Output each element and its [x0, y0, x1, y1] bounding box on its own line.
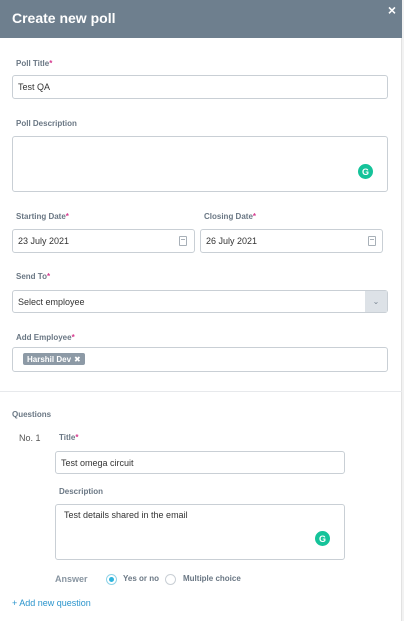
starting-date-input[interactable]: 23 July 2021: [12, 229, 195, 253]
remove-chip-icon[interactable]: ✖: [74, 355, 81, 364]
closing-date-input[interactable]: 26 July 2021: [200, 229, 383, 253]
grammarly-icon[interactable]: G: [315, 531, 330, 546]
poll-description-label: Poll Description: [16, 119, 77, 128]
poll-description-input[interactable]: [12, 136, 388, 192]
create-poll-modal: Create new poll × Poll Title* Test QA Po…: [0, 0, 402, 621]
add-new-question-link[interactable]: + Add new question: [12, 598, 91, 608]
answer-label: Answer: [55, 574, 88, 584]
yes-or-no-radio[interactable]: [106, 574, 117, 585]
employee-chip: Harshil Dev ✖: [23, 353, 85, 365]
yes-or-no-label: Yes or no: [123, 574, 160, 583]
multiple-choice-radio[interactable]: [165, 574, 176, 585]
modal-header: Create new poll ×: [0, 0, 402, 38]
send-to-label: Send To*: [16, 272, 51, 281]
modal-title: Create new poll: [12, 10, 116, 26]
questions-heading: Questions: [12, 410, 52, 419]
question-title-label: Title*: [59, 433, 79, 442]
poll-title-input[interactable]: Test QA: [12, 75, 388, 99]
poll-title-label: Poll Title*: [16, 59, 53, 68]
chevron-down-icon[interactable]: ⌄: [365, 291, 387, 312]
question-title-input[interactable]: Test omega circuit: [55, 451, 345, 474]
grammarly-icon[interactable]: G: [358, 164, 373, 179]
closing-date-label: Closing Date*: [204, 212, 257, 221]
calendar-icon[interactable]: [179, 236, 187, 246]
send-to-select[interactable]: Select employee ⌄: [12, 290, 388, 313]
question-description-label: Description: [59, 487, 104, 496]
add-employee-label: Add Employee*: [16, 333, 75, 342]
close-icon[interactable]: ×: [388, 3, 396, 17]
question-description-input[interactable]: Test details shared in the email: [55, 504, 345, 560]
section-divider: [0, 391, 402, 392]
calendar-icon[interactable]: [368, 236, 376, 246]
question-number: No. 1: [19, 433, 41, 443]
multiple-choice-label: Multiple choice: [183, 574, 241, 583]
starting-date-label: Starting Date*: [16, 212, 69, 221]
